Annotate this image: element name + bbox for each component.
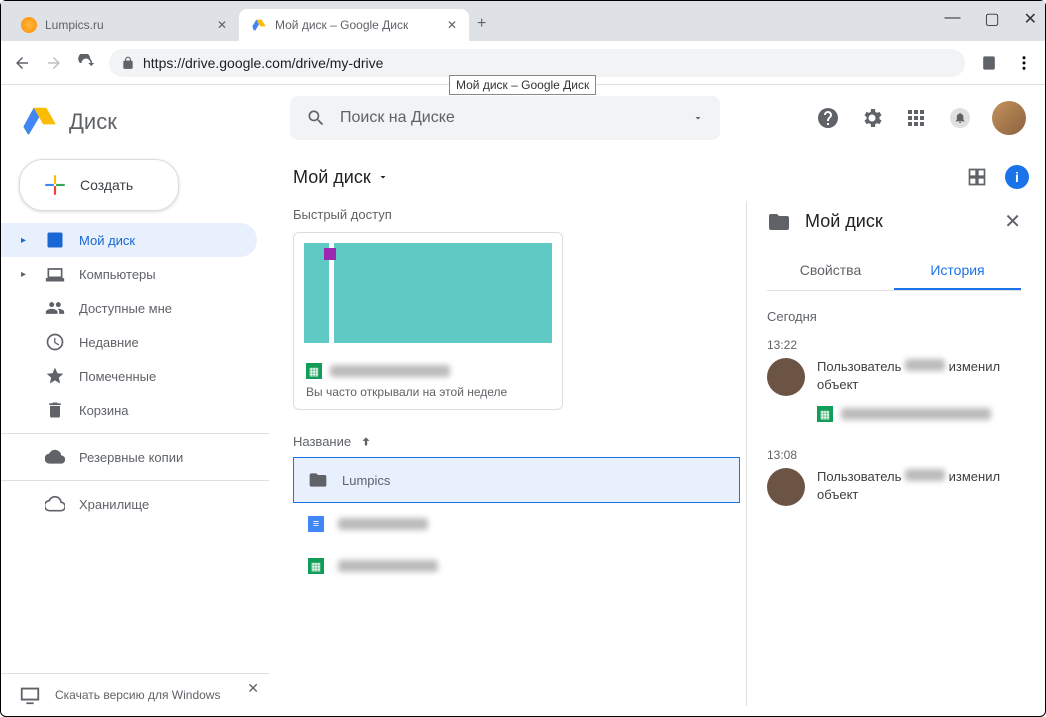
- file-name-redacted: [841, 408, 991, 420]
- file-name: Lumpics: [342, 473, 390, 488]
- file-name-redacted: [338, 518, 428, 530]
- drive-logo-icon: [21, 103, 59, 141]
- folder-icon: [308, 470, 328, 490]
- new-tab-button[interactable]: +: [469, 7, 494, 41]
- history-time: 13:22: [767, 338, 1021, 352]
- close-icon[interactable]: ✕: [1004, 209, 1021, 234]
- maximize-button[interactable]: ▢: [984, 9, 999, 29]
- close-icon[interactable]: ✕: [447, 18, 457, 32]
- nav-label: Корзина: [79, 403, 129, 418]
- breadcrumb-bar: Мой диск i: [293, 161, 1037, 201]
- address-input[interactable]: https://drive.google.com/drive/my-drive: [109, 49, 965, 77]
- nav-label: Хранилище: [79, 497, 149, 512]
- list-header-name[interactable]: Название: [293, 434, 740, 449]
- details-title: Мой диск: [805, 211, 990, 232]
- quick-access-title: Быстрый доступ: [293, 207, 740, 222]
- nav-label: Недавние: [79, 335, 139, 350]
- download-text: Скачать версию для Windows: [55, 688, 220, 702]
- file-list-column: Быстрый доступ ▦ Вы часто открывали на э…: [293, 201, 747, 706]
- minimize-button[interactable]: —: [944, 9, 960, 29]
- close-window-button[interactable]: ✕: [1024, 9, 1037, 29]
- user-avatar: [767, 468, 805, 506]
- browser-tab[interactable]: Lumpics.ru ✕: [9, 9, 239, 41]
- sidebar-item-recent[interactable]: ▸ Недавние: [1, 325, 257, 359]
- close-icon[interactable]: ✕: [217, 18, 227, 32]
- history-file-ref[interactable]: ▦: [817, 406, 1021, 422]
- file-thumbnail: [294, 233, 562, 353]
- plus-icon: [42, 172, 68, 198]
- divider: [1, 433, 269, 434]
- sidebar: Диск Создать ▸ Мой диск ▸ Компьютеры ▸ Д…: [1, 85, 269, 716]
- sidebar-item-my-drive[interactable]: ▸ Мой диск: [1, 223, 257, 257]
- sort-arrow-up-icon: [359, 435, 373, 449]
- info-button[interactable]: i: [1005, 165, 1029, 189]
- browser-tab[interactable]: Мой диск – Google Диск ✕: [239, 9, 469, 41]
- extension-icon[interactable]: [979, 53, 999, 73]
- chevron-right-icon[interactable]: ▸: [21, 235, 31, 246]
- back-button[interactable]: [13, 54, 31, 72]
- create-button[interactable]: Создать: [19, 159, 179, 211]
- quick-access-subtitle: Вы часто открывали на этой неделе: [306, 385, 550, 399]
- browser-address-bar: https://drive.google.com/drive/my-drive …: [1, 41, 1045, 85]
- lock-icon: [121, 56, 135, 70]
- main-content: Мой диск i Быстрый доступ ▦ В: [269, 85, 1045, 716]
- forward-button[interactable]: [45, 54, 63, 72]
- sidebar-item-computers[interactable]: ▸ Компьютеры: [1, 257, 257, 291]
- history-day-label: Сегодня: [767, 309, 1021, 324]
- file-row[interactable]: ≡: [293, 503, 740, 545]
- sheets-icon: ▦: [308, 558, 324, 574]
- user-name-redacted: [905, 469, 945, 481]
- sidebar-item-shared[interactable]: ▸ Доступные мне: [1, 291, 257, 325]
- tab-title: Мой диск – Google Диск: [275, 18, 408, 32]
- chevron-down-icon: [377, 171, 389, 183]
- tab-history[interactable]: История: [894, 252, 1021, 290]
- chrome-menu-button[interactable]: [1015, 54, 1033, 72]
- sheets-icon: ▦: [817, 406, 833, 422]
- browser-tab-strip: Lumpics.ru ✕ Мой диск – Google Диск ✕ + …: [1, 1, 1045, 41]
- sidebar-item-backups[interactable]: ▸ Резервные копии: [1, 440, 257, 474]
- docs-icon: ≡: [308, 516, 324, 532]
- create-label: Создать: [80, 177, 133, 193]
- file-name-redacted: [330, 365, 450, 377]
- breadcrumb-dropdown[interactable]: Мой диск: [293, 167, 389, 188]
- file-row[interactable]: ▦: [293, 545, 740, 587]
- nav-label: Мой диск: [79, 233, 135, 248]
- nav-label: Доступные мне: [79, 301, 172, 316]
- favicon-lumpics: [21, 17, 37, 33]
- file-row-folder[interactable]: Lumpics: [293, 457, 740, 503]
- breadcrumb-label: Мой диск: [293, 167, 371, 188]
- tab-tooltip: Мой диск – Google Диск: [449, 75, 596, 95]
- close-icon[interactable]: ✕: [247, 680, 259, 697]
- file-name-redacted: [338, 560, 438, 572]
- tab-properties[interactable]: Свойства: [767, 252, 894, 290]
- app-logo[interactable]: Диск: [1, 93, 269, 159]
- user-name-redacted: [905, 359, 945, 371]
- quick-access-card[interactable]: ▦ Вы часто открывали на этой неделе: [293, 232, 563, 410]
- user-avatar: [767, 358, 805, 396]
- history-time: 13:08: [767, 448, 1021, 462]
- sidebar-item-trash[interactable]: ▸ Корзина: [1, 393, 257, 427]
- sheets-icon: ▦: [306, 363, 322, 379]
- desktop-icon: [19, 684, 41, 706]
- sidebar-item-storage[interactable]: ▸ Хранилище: [1, 487, 257, 521]
- grid-view-icon[interactable]: [967, 167, 987, 187]
- history-event: Пользователь изменил объект: [767, 358, 1021, 396]
- nav-label: Помеченные: [79, 369, 156, 384]
- folder-icon: [767, 210, 791, 234]
- url-text: https://drive.google.com/drive/my-drive: [143, 55, 383, 71]
- download-banner[interactable]: Скачать версию для Windows ✕: [1, 673, 269, 716]
- divider: [1, 480, 269, 481]
- chevron-right-icon[interactable]: ▸: [21, 269, 31, 280]
- tab-title: Lumpics.ru: [45, 18, 104, 32]
- app-name: Диск: [69, 109, 117, 135]
- details-tabs: Свойства История: [767, 252, 1021, 291]
- sidebar-item-starred[interactable]: ▸ Помеченные: [1, 359, 257, 393]
- details-panel: Мой диск ✕ Свойства История Сегодня 13:2…: [747, 201, 1037, 706]
- nav-label: Компьютеры: [79, 267, 156, 282]
- reload-button[interactable]: [77, 54, 95, 72]
- nav-label: Резервные копии: [79, 450, 183, 465]
- history-event: Пользователь изменил объект: [767, 468, 1021, 506]
- favicon-drive: [251, 17, 267, 33]
- window-controls: — ▢ ✕: [944, 9, 1037, 29]
